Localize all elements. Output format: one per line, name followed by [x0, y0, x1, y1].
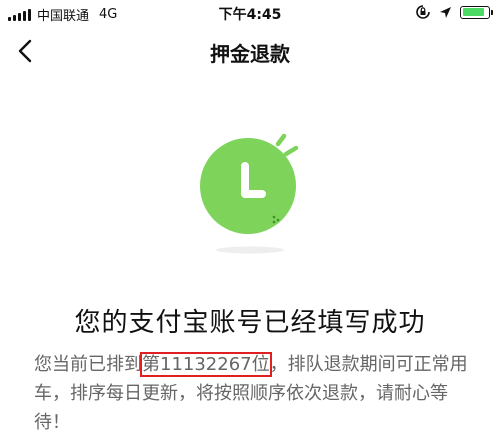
- page-title: 押金退款: [210, 42, 290, 66]
- queue-message: 您当前已排到第11132267位，排队退款期间可正常用车，排序每日更新，将按照顺…: [34, 350, 474, 437]
- clock-illustration: [190, 128, 310, 268]
- rotation-lock-icon: [416, 5, 430, 19]
- status-bar: 中国联通 4G 下午4:45: [0, 0, 500, 28]
- battery-icon: [460, 5, 493, 19]
- queue-position: 第11132267位: [140, 352, 272, 377]
- success-title: 您的支付宝账号已经填写成功: [74, 308, 426, 338]
- clock-icon: [200, 133, 299, 254]
- location-icon: [440, 6, 451, 18]
- status-right: [415, 4, 493, 20]
- nav-bar: 押金退款: [0, 28, 500, 74]
- message-prefix: 您当前已排到: [34, 354, 142, 375]
